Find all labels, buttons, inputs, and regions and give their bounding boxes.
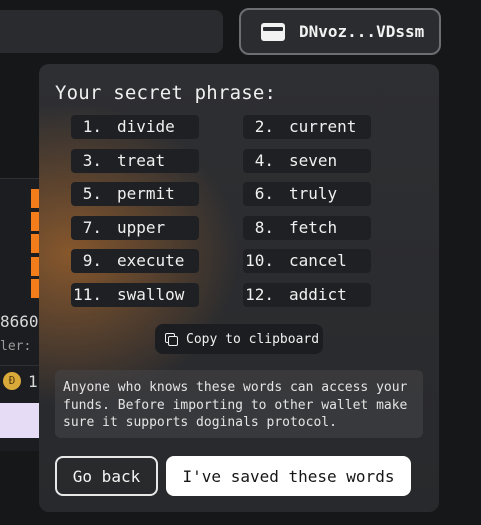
phrase-word-text: upper xyxy=(117,217,166,237)
secret-phrase-modal: Your secret phrase: 1. divide 2. current 3. t… xyxy=(39,64,439,512)
phrase-word-number: 4. xyxy=(254,150,274,170)
wallet-address-button[interactable]: DNvoz...VDssm xyxy=(239,8,441,55)
phrase-word-number: 2. xyxy=(254,117,274,136)
search-input[interactable] xyxy=(0,10,223,53)
phrase-word-number: 8. xyxy=(254,217,274,237)
phrase-word: 11. swallow xyxy=(71,283,199,307)
phrase-word: 3. treat xyxy=(71,148,199,173)
phrase-word-number: 11. xyxy=(73,285,102,304)
warning-text: Anyone who knows these words can access … xyxy=(55,370,423,438)
phrase-word-text: cancel xyxy=(289,251,347,271)
wallet-icon xyxy=(261,22,285,41)
phrase-word-number: 1. xyxy=(82,117,102,136)
phrase-word-text: truly xyxy=(289,184,338,204)
go-back-button[interactable]: Go back xyxy=(55,456,158,496)
phrase-word-number: 6. xyxy=(254,184,274,204)
background-number: 8660 xyxy=(0,312,39,331)
saved-words-button[interactable]: I've saved these words xyxy=(166,456,411,496)
phrase-word-text: swallow xyxy=(117,285,185,304)
phrase-word-text: divide xyxy=(117,117,175,136)
phrase-word: 12. addict xyxy=(243,283,371,307)
phrase-word-number: 5. xyxy=(82,184,102,204)
copy-label: Copy to clipboard xyxy=(186,331,320,347)
phrase-word: 10. cancel xyxy=(243,249,371,274)
phrase-word-number: 7. xyxy=(82,217,102,237)
wallet-address: DNvoz...VDssm xyxy=(299,22,425,41)
phrase-word-number: 10. xyxy=(245,251,274,271)
phrase-word-number: 12. xyxy=(245,285,274,304)
phrase-word: 4. seven xyxy=(243,148,371,173)
phrase-word: 6. truly xyxy=(243,182,371,207)
phrase-word-text: addict xyxy=(289,285,347,304)
phrase-word-number: 9. xyxy=(82,251,102,271)
background-label: ler: xyxy=(0,339,32,354)
phrase-word: 7. upper xyxy=(71,215,199,240)
phrase-word-text: treat xyxy=(117,150,166,170)
background-button[interactable] xyxy=(0,403,40,438)
phrase-word-text: execute xyxy=(117,251,185,271)
doge-icon: Ð xyxy=(3,372,21,390)
phrase-word: 1. divide xyxy=(71,115,199,139)
divider xyxy=(0,365,40,366)
doge-balance: 1 xyxy=(28,372,38,391)
phrase-word-text: fetch xyxy=(289,217,338,237)
phrase-word-text: current xyxy=(289,117,357,136)
phrase-word: 5. permit xyxy=(71,182,199,207)
phrase-word: 9. execute xyxy=(71,249,199,274)
phrase-word-number: 3. xyxy=(82,150,102,170)
phrase-word: 2. current xyxy=(243,115,371,139)
copy-icon xyxy=(165,333,178,346)
modal-title: Your secret phrase: xyxy=(55,82,277,104)
phrase-word: 8. fetch xyxy=(243,215,371,240)
phrase-word-text: seven xyxy=(289,150,338,170)
phrase-word-text: permit xyxy=(117,184,175,204)
copy-to-clipboard-button[interactable]: Copy to clipboard xyxy=(155,324,323,354)
